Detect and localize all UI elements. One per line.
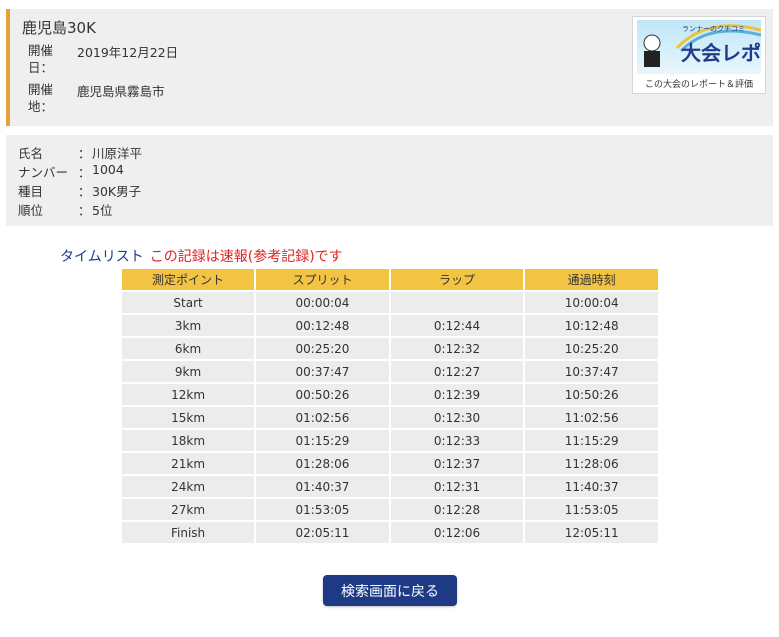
table-cell: 0:12:30 (390, 407, 524, 428)
runner-value: 5位 (92, 203, 113, 218)
table-cell: 21km (122, 453, 255, 474)
runner-key: 順位 (18, 203, 44, 218)
table-cell: 0:12:33 (390, 430, 524, 451)
back-to-search-button[interactable]: 検索画面に戻る (323, 575, 457, 606)
table-cell: 11:28:06 (525, 453, 658, 474)
runner-value: 30K男子 (92, 184, 142, 199)
table-row: 15km 01:02:56 0:12:30 11:02:56 (122, 407, 658, 428)
table-cell: 10:37:47 (525, 361, 658, 382)
table-cell: 00:12:48 (256, 315, 389, 336)
table-cell: 0:12:06 (390, 522, 524, 543)
table-cell: 0:12:39 (390, 384, 524, 405)
table-cell: 01:28:06 (256, 453, 389, 474)
table-cell: 01:40:37 (256, 476, 389, 497)
table-cell (390, 292, 524, 313)
timelist-title: タイムリスト (60, 249, 144, 265)
race-report-banner[interactable]: 大会レポ ランナーのクチコミ この大会のレポート＆評価 (632, 16, 766, 94)
race-date-label: 開催日： (28, 43, 54, 75)
table-cell: 00:25:20 (256, 338, 389, 359)
table-cell: 9km (122, 361, 255, 382)
table-cell: 24km (122, 476, 255, 497)
table-cell: 01:02:56 (256, 407, 389, 428)
table-row: 27km 01:53:05 0:12:28 11:53:05 (122, 499, 658, 520)
table-header-row: 測定ポイント スプリット ラップ 通過時刻 (122, 269, 658, 290)
table-cell: 10:25:20 (525, 338, 658, 359)
table-row: 6km 00:25:20 0:12:32 10:25:20 (122, 338, 658, 359)
table-row: 3km 00:12:48 0:12:44 10:12:48 (122, 315, 658, 336)
runner-sep: ： (78, 184, 91, 199)
race-place-value: 鹿児島県霧島市 (77, 84, 165, 99)
runner-info-panel: 氏名 ： 川原洋平 ナンバー ： 1004 種目 ： 30K男子 順位 ： 5位 (6, 135, 773, 226)
runner-key: 種目 (18, 184, 44, 199)
table-cell: 0:12:28 (390, 499, 524, 520)
table-cell: 0:12:44 (390, 315, 524, 336)
table-cell: 3km (122, 315, 255, 336)
table-row: 24km 01:40:37 0:12:31 11:40:37 (122, 476, 658, 497)
race-report-logo: 大会レポ ランナーのクチコミ (637, 20, 761, 74)
banner-caption: この大会のレポート＆評価 (644, 80, 753, 90)
race-info-panel: 鹿児島30K 開催日： 2019年12月22日 開催地： 鹿児島県霧島市 大会レ… (6, 9, 773, 126)
table-row: 18km 01:15:29 0:12:33 11:15:29 (122, 430, 658, 451)
column-header: 測定ポイント (122, 269, 255, 290)
race-place-label: 開催地： (28, 82, 54, 114)
table-cell: 01:15:29 (256, 430, 389, 451)
table-cell: 12km (122, 384, 255, 405)
runner-sep: ： (78, 146, 91, 161)
table-cell: 0:12:32 (390, 338, 524, 359)
table-cell: 11:15:29 (525, 430, 658, 451)
runner-sep: ： (78, 165, 91, 180)
race-date-value: 2019年12月22日 (77, 45, 179, 60)
column-header: スプリット (256, 269, 389, 290)
table-cell: 01:53:05 (256, 499, 389, 520)
table-cell: 02:05:11 (256, 522, 389, 543)
table-cell: Finish (122, 522, 255, 543)
table-cell: 0:12:31 (390, 476, 524, 497)
table-cell: Start (122, 292, 255, 313)
table-cell: 0:12:37 (390, 453, 524, 474)
split-time-table: 測定ポイント スプリット ラップ 通過時刻 Start 00:00:04 10:00… (120, 267, 660, 545)
table-row: 21km 01:28:06 0:12:37 11:28:06 (122, 453, 658, 474)
svg-text:大会レポ: 大会レポ (681, 41, 761, 65)
table-cell: 00:00:04 (256, 292, 389, 313)
runner-key: ナンバー (18, 165, 69, 180)
table-cell: 15km (122, 407, 255, 428)
table-cell: 10:50:26 (525, 384, 658, 405)
table-cell: 00:37:47 (256, 361, 389, 382)
table-cell: 11:02:56 (525, 407, 658, 428)
runner-key: 氏名 (18, 146, 44, 161)
runner-value: 1004 (92, 162, 124, 177)
table-cell: 27km (122, 499, 255, 520)
table-row: 9km 00:37:47 0:12:27 10:37:47 (122, 361, 658, 382)
column-header: 通過時刻 (525, 269, 658, 290)
preliminary-notice: この記録は速報(参考記録)です (149, 249, 343, 265)
runner-sep: ： (78, 203, 91, 218)
table-row: Finish 02:05:11 0:12:06 12:05:11 (122, 522, 658, 543)
table-cell: 10:00:04 (525, 292, 658, 313)
table-cell: 0:12:27 (390, 361, 524, 382)
table-cell: 10:12:48 (525, 315, 658, 336)
table-cell: 18km (122, 430, 255, 451)
table-cell: 00:50:26 (256, 384, 389, 405)
table-cell: 11:40:37 (525, 476, 658, 497)
table-row: 12km 00:50:26 0:12:39 10:50:26 (122, 384, 658, 405)
race-title: 鹿児島30K (22, 19, 96, 37)
timelist-heading: タイムリスト この記録は速報(参考記録)です (60, 246, 343, 266)
column-header: ラップ (390, 269, 524, 290)
table-cell: 12:05:11 (525, 522, 658, 543)
table-cell: 11:53:05 (525, 499, 658, 520)
runner-value: 川原洋平 (92, 146, 143, 161)
svg-text:ランナーのクチコミ: ランナーのクチコミ (682, 25, 745, 33)
table-row: Start 00:00:04 10:00:04 (122, 292, 658, 313)
table-cell: 6km (122, 338, 255, 359)
